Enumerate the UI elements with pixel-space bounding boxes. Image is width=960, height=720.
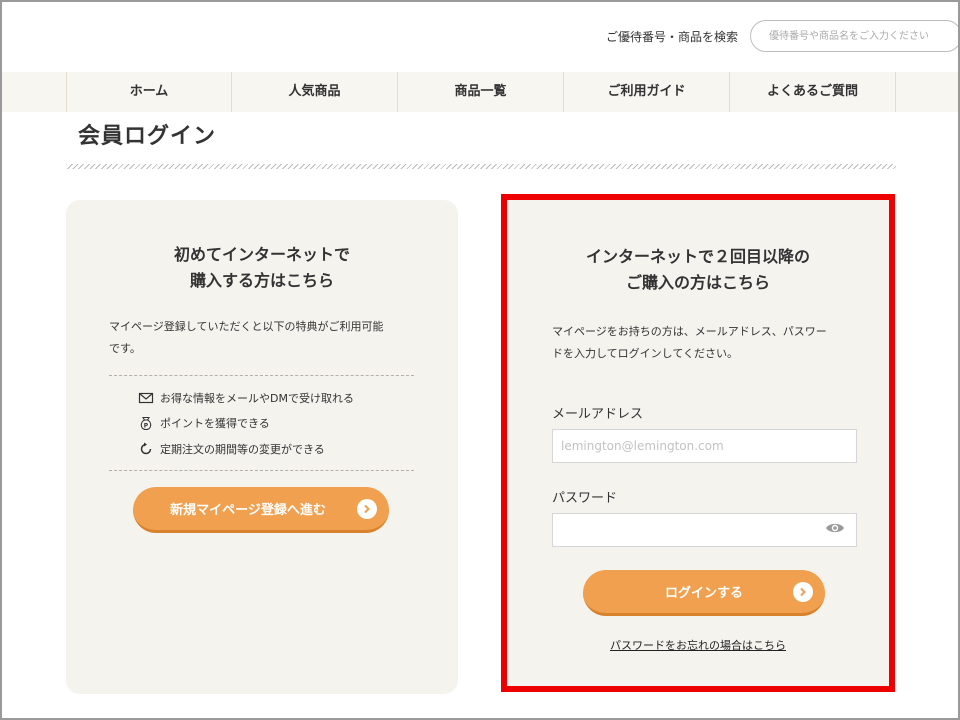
- search-input[interactable]: [750, 20, 960, 52]
- login-button-label: ログインする: [664, 586, 743, 601]
- login-heading: インターネットで２回目以降の ご購入の方はこちら: [507, 244, 889, 296]
- benefit-text: ポイントを獲得できる: [160, 417, 270, 430]
- global-nav: ホーム 人気商品 商品一覧 ご利用ガイド よくあるご質問: [0, 72, 960, 112]
- password-field[interactable]: [552, 513, 857, 547]
- login-heading-line1: インターネットで２回目以降の: [585, 247, 810, 266]
- login-panel: インターネットで２回目以降の ご購入の方はこちら マイページをお持ちの方は、メー…: [501, 194, 895, 692]
- mail-icon: [138, 390, 154, 406]
- new-member-panel: 初めてインターネットで 購入する方はこちら マイページ登録していただくと以下の特…: [66, 200, 458, 694]
- top-header: ご優待番号・商品を検索: [0, 0, 960, 72]
- chevron-right-icon: [357, 499, 377, 519]
- chevron-right-icon: [793, 582, 813, 602]
- search-label: ご優待番号・商品を検索: [606, 30, 739, 44]
- register-button-label: 新規マイページ登録へ進む: [170, 503, 326, 518]
- new-member-heading-line2: 購入する方はこちら: [189, 271, 334, 290]
- benefits-divider-top: [109, 375, 414, 376]
- login-button[interactable]: ログインする: [583, 570, 825, 616]
- password-label: パスワード: [552, 491, 618, 506]
- eye-icon[interactable]: [825, 521, 845, 535]
- login-description: マイページをお持ちの方は、メールアドレス、パスワー ドを入力してログインしてくだ…: [552, 321, 827, 365]
- new-member-heading-line1: 初めてインターネットで: [173, 245, 350, 264]
- new-member-description-line1: マイページ登録していただくと以下の特典がご利用可能: [109, 320, 384, 333]
- benefit-text: お得な情報をメールやDMで受け取れる: [160, 392, 354, 405]
- benefit-text: 定期注文の期間等の変更ができる: [160, 443, 325, 456]
- benefits-divider-bottom: [109, 470, 414, 471]
- new-member-heading: 初めてインターネットで 購入する方はこちら: [66, 242, 458, 294]
- refresh-icon: [138, 441, 154, 457]
- new-member-description-line2: です。: [109, 342, 141, 355]
- benefit-item: 定期注文の期間等の変更ができる: [138, 441, 325, 457]
- forgot-password-link[interactable]: パスワードをお忘れの場合はこちら: [507, 637, 889, 653]
- benefit-item: P ポイントを獲得できる: [138, 415, 270, 431]
- login-heading-line2: ご購入の方はこちら: [625, 273, 770, 292]
- benefit-item: お得な情報をメールやDMで受け取れる: [138, 390, 354, 406]
- title-divider: [66, 164, 896, 169]
- nav-item-products[interactable]: 商品一覧: [397, 72, 563, 112]
- register-mypage-button[interactable]: 新規マイページ登録へ進む: [133, 487, 389, 533]
- new-member-description: マイページ登録していただくと以下の特典がご利用可能 です。: [109, 316, 383, 360]
- page-title: 会員ログイン: [78, 124, 217, 149]
- nav-item-faq[interactable]: よくあるご質問: [729, 72, 896, 112]
- svg-text:P: P: [144, 423, 149, 430]
- login-description-line2: ドを入力してログインしてください。: [552, 347, 739, 360]
- points-bag-icon: P: [138, 415, 154, 431]
- login-description-line1: マイページをお持ちの方は、メールアドレス、パスワー: [552, 325, 827, 338]
- email-field[interactable]: [552, 429, 857, 463]
- nav-item-guide[interactable]: ご利用ガイド: [563, 72, 729, 112]
- nav-item-home[interactable]: ホーム: [66, 72, 231, 112]
- nav-item-popular[interactable]: 人気商品: [231, 72, 397, 112]
- email-label: メールアドレス: [552, 407, 644, 422]
